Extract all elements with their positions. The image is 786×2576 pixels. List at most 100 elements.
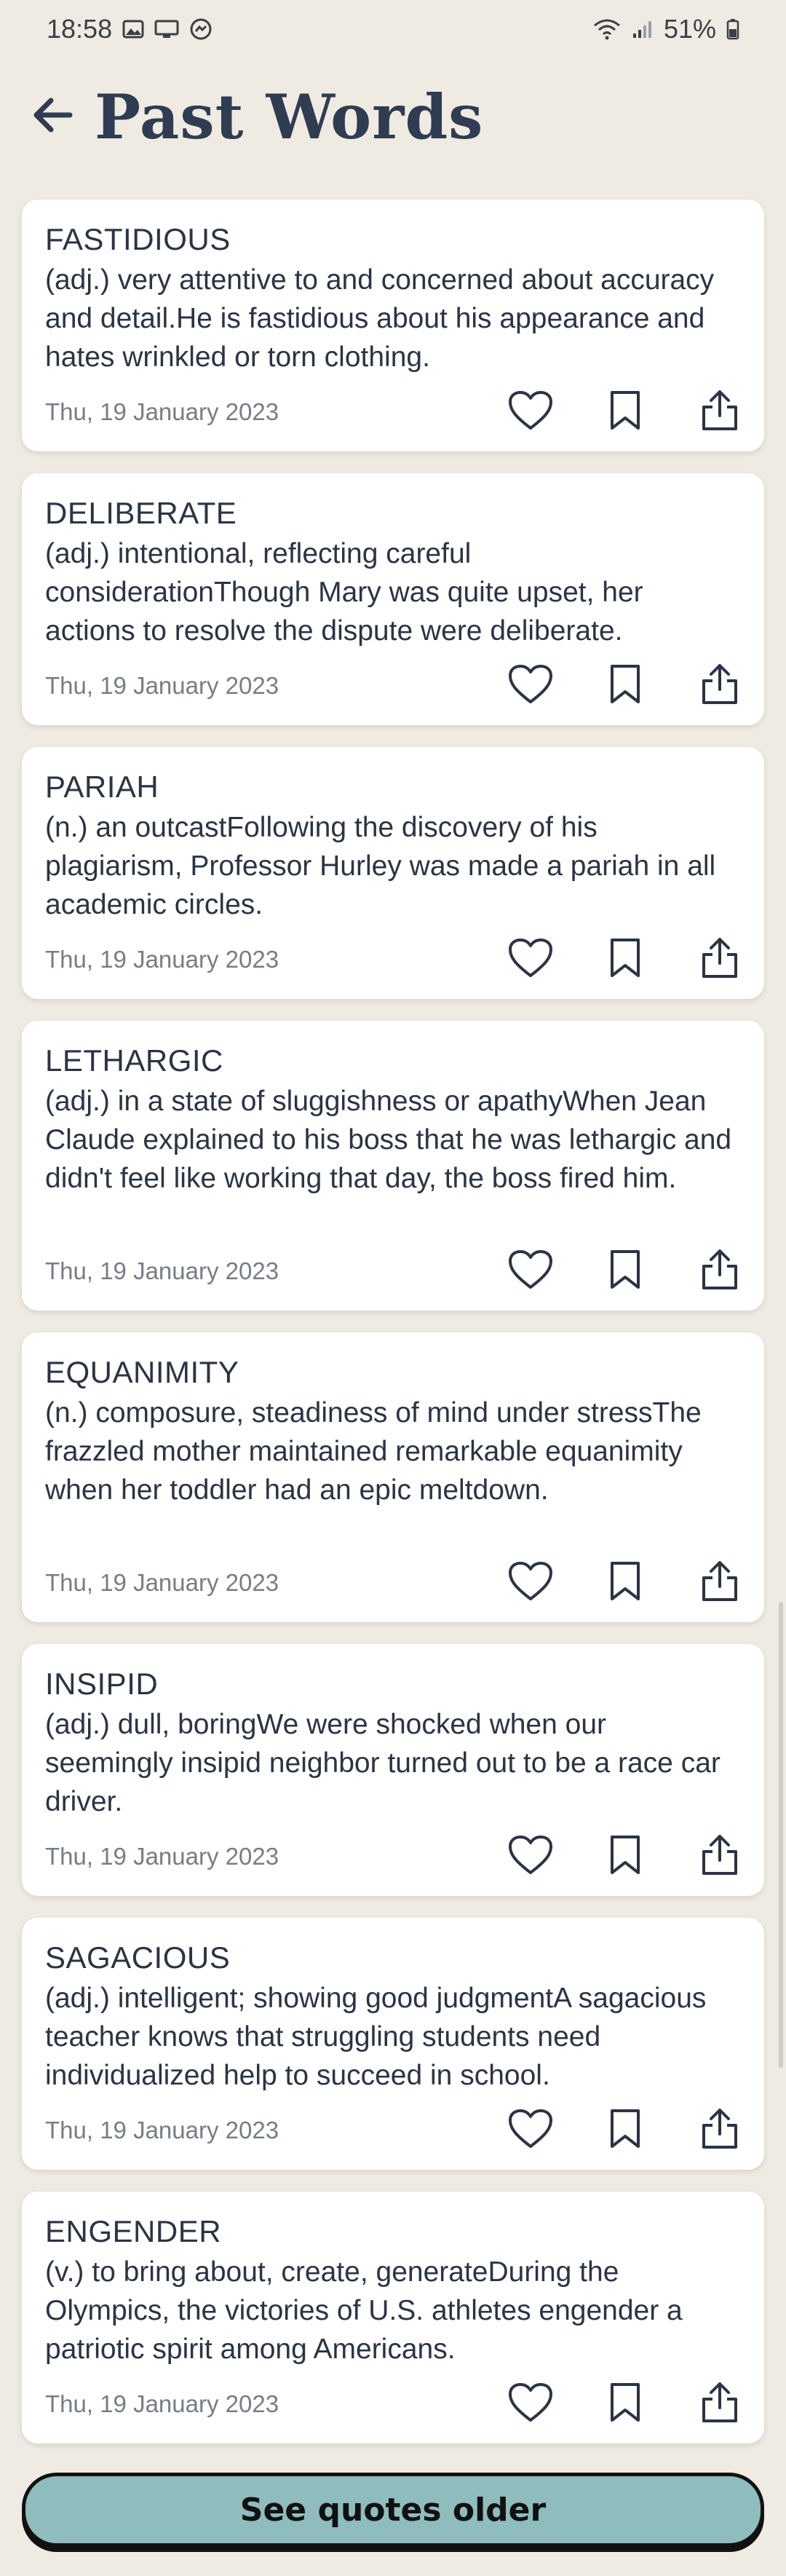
heart-icon (508, 390, 553, 435)
word-card: SAGACIOUS (adj.) intelligent; showing go… (22, 1918, 764, 2170)
word-card: PARIAH (n.) an outcastFollowing the disc… (22, 747, 764, 999)
heart-icon (508, 1561, 553, 1605)
see-older-button[interactable]: See quotes older (22, 2473, 764, 2547)
status-right: 51% (592, 14, 739, 44)
bookmark-button[interactable] (600, 1831, 651, 1882)
word-card: DELIBERATE (adj.) intentional, reflectin… (22, 473, 764, 725)
card-actions (505, 1246, 745, 1297)
share-icon (701, 1560, 739, 1606)
scrollbar[interactable] (779, 1602, 783, 2068)
card-footer: Thu, 19 January 2023 (45, 2382, 741, 2426)
page-title: Past Words (95, 80, 484, 153)
card-actions (505, 1831, 745, 1882)
bookmark-icon (609, 938, 641, 982)
word-date: Thu, 19 January 2023 (45, 672, 279, 699)
word-date: Thu, 19 January 2023 (45, 946, 279, 973)
share-icon (701, 390, 739, 435)
app-header: Past Words (0, 73, 786, 160)
like-button[interactable] (505, 2379, 556, 2430)
share-button[interactable] (694, 660, 745, 711)
card-actions (505, 2105, 745, 2156)
bookmark-button[interactable] (600, 2379, 651, 2430)
bookmark-button[interactable] (600, 660, 651, 711)
bookmark-button[interactable] (600, 1557, 651, 1608)
word-card: FASTIDIOUS (adj.) very attentive to and … (22, 199, 764, 451)
share-icon (701, 937, 739, 983)
battery-percent: 51% (663, 14, 716, 44)
word-card: ENGENDER (v.) to bring about, create, ge… (22, 2192, 764, 2443)
heart-icon (508, 1835, 553, 1879)
word-date: Thu, 19 January 2023 (45, 2390, 279, 2417)
card-footer: Thu, 19 January 2023 (45, 2108, 741, 2152)
bookmark-icon (609, 664, 641, 708)
arrow-left-icon (31, 96, 74, 138)
card-actions (505, 387, 745, 438)
heart-icon (508, 1249, 553, 1294)
word-title: FASTIDIOUS (45, 222, 231, 256)
share-icon (701, 2108, 739, 2154)
word-date: Thu, 19 January 2023 (45, 398, 279, 425)
back-button[interactable] (26, 90, 79, 143)
like-button[interactable] (505, 2105, 556, 2156)
like-button[interactable] (505, 660, 556, 711)
bookmark-button[interactable] (600, 1246, 651, 1297)
card-actions (505, 660, 745, 711)
bookmark-icon (609, 2109, 641, 2153)
share-button[interactable] (694, 1831, 745, 1882)
share-button[interactable] (694, 1557, 745, 1608)
word-title: EQUANIMITY (45, 1355, 239, 1389)
word-title: PARIAH (45, 770, 159, 804)
bookmark-icon (609, 1249, 641, 1294)
status-bar: 18:58 51% (0, 0, 786, 58)
share-button[interactable] (694, 934, 745, 985)
share-icon (701, 663, 739, 709)
like-button[interactable] (505, 1557, 556, 1608)
card-actions (505, 934, 745, 985)
wifi-icon (592, 18, 622, 40)
share-icon (701, 2382, 739, 2427)
word-card: LETHARGIC (adj.) in a state of sluggishn… (22, 1021, 764, 1311)
heart-icon (508, 938, 553, 982)
card-footer: Thu, 19 January 2023 (45, 1560, 741, 1605)
word-definition: (n.) an outcastFollowing the discovery o… (45, 812, 716, 920)
share-icon (701, 1834, 739, 1880)
word-date: Thu, 19 January 2023 (45, 1569, 279, 1596)
word-card: INSIPID (adj.) dull, boringWe were shock… (22, 1644, 764, 1896)
word-definition: (adj.) very attentive to and concerned a… (45, 264, 715, 373)
word-definition: (adj.) in a state of sluggishness or apa… (45, 1086, 732, 1194)
word-date: Thu, 19 January 2023 (45, 1843, 279, 1870)
word-title: LETHARGIC (45, 1043, 223, 1078)
bookmark-button[interactable] (600, 387, 651, 438)
word-date: Thu, 19 January 2023 (45, 2117, 279, 2144)
gallery-icon (122, 19, 144, 39)
word-title: ENGENDER (45, 2214, 222, 2248)
share-button[interactable] (694, 1246, 745, 1297)
share-button[interactable] (694, 2105, 745, 2156)
like-button[interactable] (505, 1831, 556, 1882)
word-title: SAGACIOUS (45, 1940, 231, 1975)
share-button[interactable] (694, 2379, 745, 2430)
bookmark-icon (609, 1835, 641, 1879)
word-title: INSIPID (45, 1667, 159, 1701)
word-definition: (n.) composure, steadiness of mind under… (45, 1397, 702, 1506)
like-button[interactable] (505, 1246, 556, 1297)
share-icon (701, 1249, 739, 1295)
status-time: 18:58 (47, 14, 113, 44)
bookmark-icon (609, 2382, 641, 2427)
screen-cast-icon (154, 19, 179, 39)
word-definition: (v.) to bring about, create, generateDur… (45, 2256, 683, 2365)
card-footer: Thu, 19 January 2023 (45, 1834, 741, 1878)
like-button[interactable] (505, 934, 556, 985)
share-button[interactable] (694, 387, 745, 438)
bookmark-icon (609, 1561, 641, 1605)
word-date: Thu, 19 January 2023 (45, 1257, 279, 1284)
bookmark-button[interactable] (600, 2105, 651, 2156)
word-definition: (adj.) intelligent; showing good judgmen… (45, 1983, 707, 2091)
bookmark-button[interactable] (600, 934, 651, 985)
bookmark-icon (609, 390, 641, 435)
battery-icon (726, 18, 739, 40)
messenger-icon (189, 17, 213, 41)
like-button[interactable] (505, 387, 556, 438)
word-title: DELIBERATE (45, 496, 237, 530)
heart-icon (508, 664, 553, 708)
